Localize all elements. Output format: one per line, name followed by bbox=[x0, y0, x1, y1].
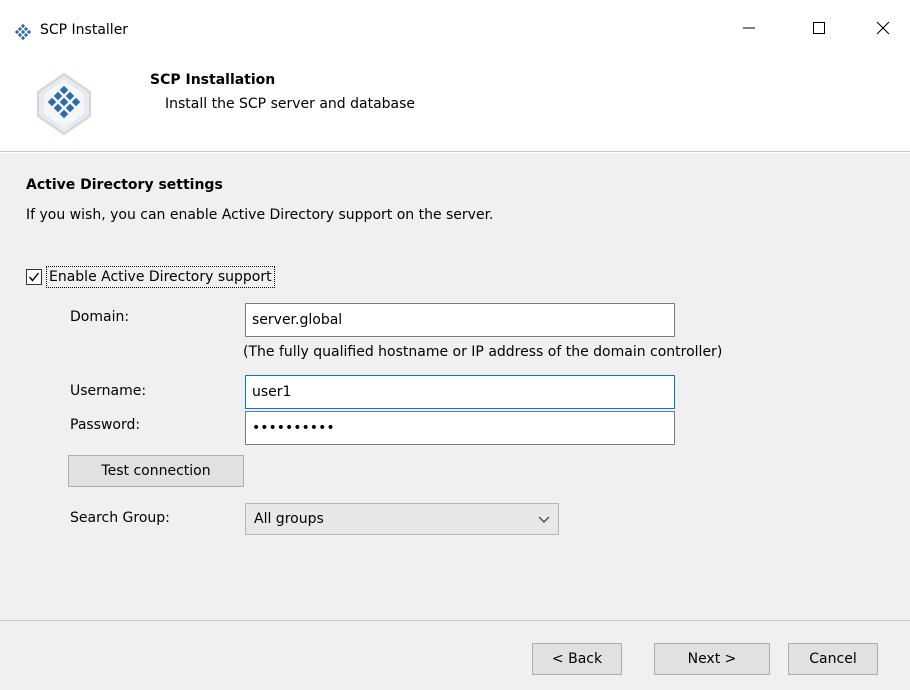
search-group-label: Search Group: bbox=[70, 510, 170, 526]
domain-hint: (The fully qualified hostname or IP addr… bbox=[243, 344, 723, 360]
next-button[interactable]: Next > bbox=[654, 643, 770, 675]
cancel-button[interactable]: Cancel bbox=[788, 643, 878, 675]
title-bar: SCP Installer bbox=[0, 0, 910, 64]
enable-ad-checkbox[interactable]: Enable Active Directory support bbox=[26, 266, 275, 288]
minimize-icon bbox=[742, 21, 756, 39]
installer-header: SCP Installation Install the SCP server … bbox=[0, 64, 910, 152]
enable-ad-label[interactable]: Enable Active Directory support bbox=[46, 266, 275, 288]
password-label: Password: bbox=[70, 417, 141, 433]
cancel-label: Cancel bbox=[809, 651, 857, 667]
window-title: SCP Installer bbox=[40, 22, 129, 38]
minimize-button[interactable] bbox=[726, 10, 772, 50]
back-button[interactable]: < Back bbox=[532, 643, 622, 675]
test-connection-button[interactable]: Test connection bbox=[68, 455, 244, 487]
username-label: Username: bbox=[70, 383, 147, 399]
back-label: < Back bbox=[551, 651, 603, 667]
scp-logo-icon bbox=[30, 70, 98, 138]
search-group-value: All groups bbox=[254, 511, 324, 527]
test-connection-label: Test connection bbox=[101, 463, 211, 479]
maximize-button[interactable] bbox=[796, 10, 842, 50]
app-icon bbox=[14, 23, 32, 41]
search-group-select[interactable]: All groups bbox=[245, 503, 559, 535]
header-subtitle: Install the SCP server and database bbox=[165, 96, 416, 112]
section-description: If you wish, you can enable Active Direc… bbox=[26, 207, 494, 223]
close-button[interactable] bbox=[860, 10, 906, 50]
section-title: Active Directory settings bbox=[26, 177, 223, 193]
password-input[interactable] bbox=[245, 411, 675, 445]
domain-label: Domain: bbox=[70, 309, 130, 325]
checkbox-box[interactable] bbox=[26, 269, 42, 285]
domain-input[interactable] bbox=[245, 303, 675, 337]
checkmark-icon bbox=[28, 272, 40, 282]
close-icon bbox=[876, 21, 890, 39]
next-label: Next > bbox=[687, 651, 737, 667]
maximize-icon bbox=[812, 21, 826, 39]
wizard-footer: < Back Next > Cancel bbox=[0, 620, 910, 690]
chevron-down-icon bbox=[538, 513, 550, 529]
username-input[interactable] bbox=[245, 375, 675, 409]
header-title: SCP Installation bbox=[150, 72, 276, 88]
settings-panel: Active Directory settings If you wish, y… bbox=[0, 153, 910, 620]
